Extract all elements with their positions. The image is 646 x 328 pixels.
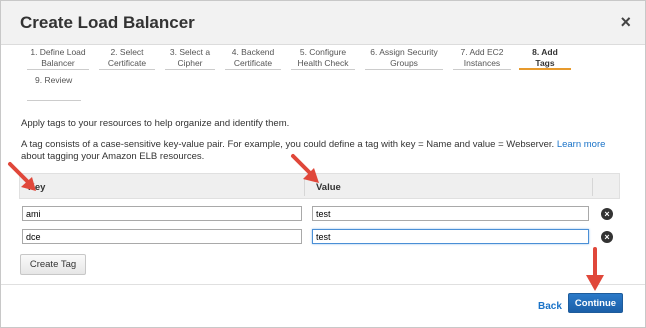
step-label-line1: 9. Review [35, 75, 73, 85]
step-label-line1: 4. Backend [231, 47, 275, 57]
tag-row: × [19, 203, 620, 225]
step-add-ec2-instances[interactable]: 7. Add EC2 Instances [453, 47, 511, 70]
step-underline [225, 69, 281, 70]
step-label-line2: Groups [390, 58, 418, 68]
wizard-steps: 1. Define Load Balancer 2. Select Certif… [27, 47, 607, 103]
tag-description: A tag consists of a case-sensitive key-v… [21, 139, 627, 163]
step-label-line2: Certificate [107, 58, 147, 68]
step-define-load-balancer[interactable]: 1. Define Load Balancer [27, 47, 89, 70]
dialog-header: Create Load Balancer × [1, 1, 645, 45]
footer-divider [1, 284, 645, 285]
create-tag-button[interactable]: Create Tag [20, 254, 86, 275]
tag-row: × [19, 226, 620, 248]
step-assign-security-groups[interactable]: 6. Assign Security Groups [365, 47, 443, 70]
back-link[interactable]: Back [538, 301, 562, 312]
step-label-line1: 2. Select [110, 47, 144, 57]
step-underline [453, 69, 511, 70]
step-underline [291, 69, 355, 70]
step-label-line2: Health Check [297, 58, 349, 68]
learn-more-link[interactable]: Learn more [557, 139, 606, 150]
step-label-line1: 1. Define Load [30, 47, 86, 57]
step-underline [27, 100, 81, 101]
continue-button[interactable]: Continue [568, 293, 623, 313]
step-label-line2: Instances [463, 58, 501, 68]
step-label-line2: Cipher [177, 58, 203, 68]
step-label-line1: 5. Configure [299, 47, 347, 57]
intro-text: Apply tags to your resources to help org… [21, 118, 290, 129]
step-select-certificate[interactable]: 2. Select Certificate [99, 47, 155, 70]
column-divider [592, 178, 593, 196]
tag-key-input[interactable] [22, 229, 302, 244]
step-underline [27, 69, 89, 70]
step-label-line1: 3. Select a [169, 47, 211, 57]
step-label-line2: Balancer [41, 58, 75, 68]
remove-tag-icon[interactable]: × [601, 231, 613, 243]
create-load-balancer-dialog: Create Load Balancer × 1. Define Load Ba… [0, 0, 646, 328]
step-label-line1: 7. Add EC2 [460, 47, 504, 57]
step-underline [365, 69, 443, 70]
step-underline [165, 69, 215, 70]
step-select-cipher[interactable]: 3. Select a Cipher [165, 47, 215, 70]
annotation-arrow-value [291, 154, 319, 183]
step-underline [519, 68, 571, 70]
step-backend-certificate[interactable]: 4. Backend Certificate [225, 47, 281, 70]
remove-tag-icon[interactable]: × [601, 208, 613, 220]
close-icon[interactable]: × [620, 13, 631, 31]
step-label-line2: Certificate [233, 58, 273, 68]
description-tail: about tagging your Amazon ELB resources. [21, 151, 205, 162]
step-underline [99, 69, 155, 70]
dialog-title: Create Load Balancer [20, 13, 195, 32]
step-configure-health-check[interactable]: 5. Configure Health Check [291, 47, 355, 70]
step-review[interactable]: 9. Review [27, 75, 81, 101]
annotation-arrow-key [8, 162, 36, 191]
annotation-arrow-continue [586, 247, 604, 291]
tag-key-input[interactable] [22, 206, 302, 221]
step-label-line1: 8. Add [532, 47, 558, 57]
step-add-tags[interactable]: 8. Add Tags [519, 47, 571, 70]
tag-value-input[interactable] [312, 206, 589, 221]
tag-value-input[interactable] [312, 229, 589, 244]
description-text: A tag consists of a case-sensitive key-v… [21, 139, 555, 150]
step-label-line1: 6. Assign Security [370, 47, 438, 57]
